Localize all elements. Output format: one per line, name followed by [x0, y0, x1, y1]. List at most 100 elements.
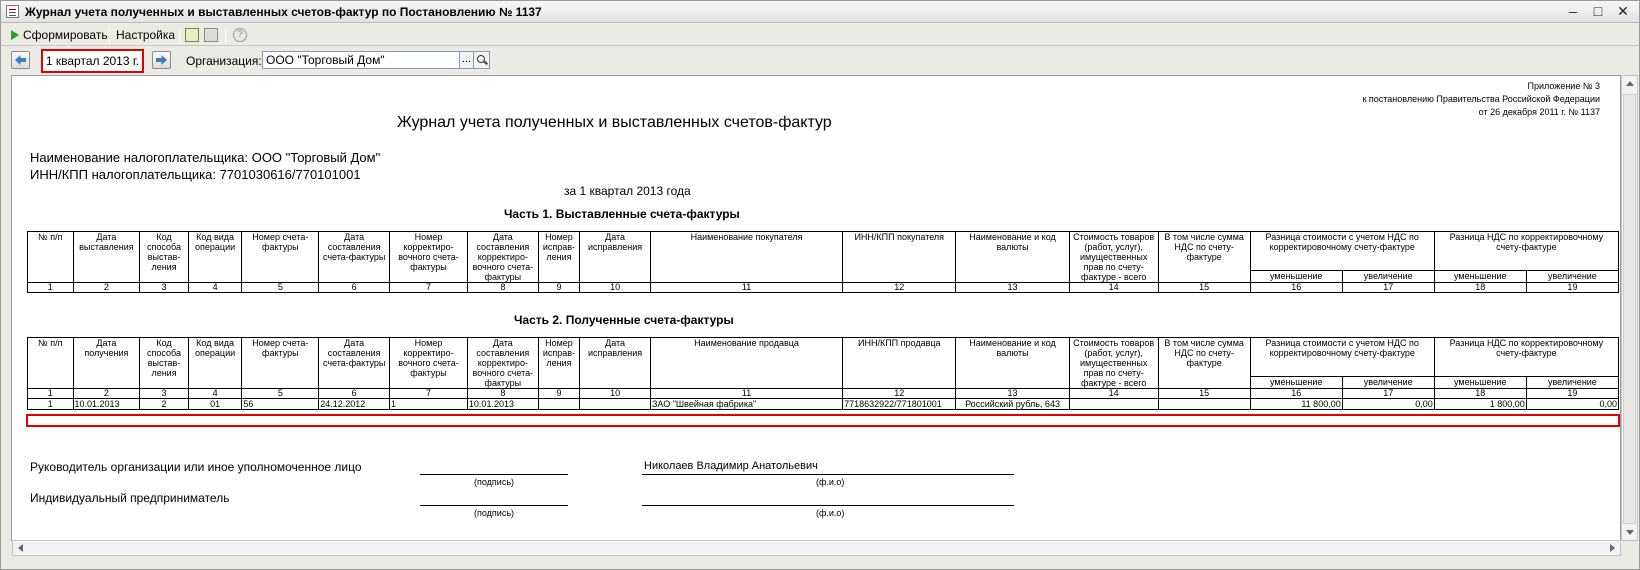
- horizontal-scrollbar[interactable]: [12, 540, 1621, 556]
- vertical-scrollbar[interactable]: [1621, 75, 1638, 541]
- column-subheader: увеличение: [1341, 270, 1435, 283]
- table-cell: 10.01.2013: [466, 398, 539, 410]
- column-number: 1: [27, 282, 74, 293]
- signature2-name-line: [642, 505, 1014, 506]
- column-number: 9: [537, 282, 581, 293]
- organization-select-button[interactable]: ...: [459, 51, 474, 69]
- column-header: Наименование и код валюты: [955, 337, 1070, 389]
- column-number: 13: [955, 282, 1070, 293]
- column-header: Дата составления счета-фактуры: [318, 337, 391, 389]
- signature1-name: Николаев Владимир Анатольевич: [644, 460, 818, 472]
- column-header: Стоимость товаров (работ, услуг), имущес…: [1068, 231, 1159, 283]
- column-header: Разница стоимости с учетом НДС по коррек…: [1249, 337, 1435, 377]
- signature1-fio-caption: (ф.и.о): [816, 477, 845, 487]
- period-field[interactable]: 1 квартал 2013 г.: [41, 49, 144, 73]
- column-header: № п/п: [27, 337, 74, 389]
- column-number: 11: [649, 282, 844, 293]
- column-number: 3: [139, 282, 189, 293]
- column-number: 2: [72, 282, 141, 293]
- column-number: 19: [1525, 388, 1620, 399]
- table-cell: [1068, 398, 1159, 410]
- help-icon[interactable]: ?: [233, 28, 247, 42]
- column-number: 8: [466, 388, 539, 399]
- column-number-row: 1 2 3 4 5 6 7 8 9 10 11 12 13 14 15 16 17 18 19: [27, 388, 1620, 399]
- table-cell: ЗАО "Швейная фабрика": [649, 398, 844, 410]
- table-cell: 0,00: [1341, 398, 1435, 410]
- scroll-left-icon[interactable]: [18, 544, 23, 552]
- maximize-button[interactable]: □: [1587, 3, 1609, 20]
- column-number: 5: [241, 282, 320, 293]
- next-period-button[interactable]: [152, 51, 171, 69]
- scroll-right-icon[interactable]: [1610, 544, 1615, 552]
- generate-button[interactable]: Сформировать: [9, 27, 110, 44]
- window-title: Журнал учета полученных и выставленных с…: [25, 5, 542, 19]
- report-window: Журнал учета полученных и выставленных с…: [0, 0, 1640, 570]
- table-row[interactable]: 1 10.01.2013 2 01 56 24.12.2012 1 10.01.2013 ЗАО…: [27, 398, 1620, 410]
- period-bar: 1 квартал 2013 г. Организация: ООО "Торг…: [1, 47, 1639, 75]
- column-number: 1: [27, 388, 74, 399]
- column-header: Дата исправления: [579, 337, 651, 389]
- column-number: 17: [1341, 388, 1435, 399]
- column-subheader: увеличение: [1525, 376, 1620, 389]
- scroll-up-icon[interactable]: [1626, 81, 1634, 86]
- table-cell: 56: [241, 398, 320, 410]
- report-period: за 1 квартал 2013 года: [564, 184, 691, 198]
- prev-period-button[interactable]: [11, 51, 30, 69]
- selected-row-highlight: [26, 414, 1620, 427]
- column-number: 12: [842, 282, 957, 293]
- search-icon[interactable]: [473, 51, 490, 69]
- table-cell: 2: [139, 398, 189, 410]
- column-header: Дата получения: [72, 337, 141, 389]
- header-row: № п/п Дата выставления Код способа выстав-…: [27, 231, 1620, 283]
- column-number-row: 1 2 3 4 5 6 7 8 9 10 11 12 13 14 15 16 17 18 19: [27, 282, 1620, 293]
- play-icon: [11, 30, 19, 40]
- column-header: Код вида операции: [187, 337, 243, 389]
- column-number: 18: [1433, 282, 1527, 293]
- export-icon[interactable]: [185, 28, 199, 42]
- column-header: Разница НДС по корректировочному счету-ф…: [1433, 231, 1620, 271]
- column-header: Дата составления корректиро-вочного счет…: [466, 231, 539, 283]
- column-number: 6: [318, 282, 391, 293]
- column-number: 13: [955, 388, 1070, 399]
- column-number: 14: [1068, 388, 1159, 399]
- column-number: 12: [842, 388, 957, 399]
- print-icon[interactable]: [204, 28, 218, 42]
- column-number: 4: [187, 388, 243, 399]
- scroll-down-icon[interactable]: [1626, 530, 1634, 535]
- column-number: 15: [1157, 282, 1251, 293]
- column-header: Стоимость товаров (работ, услуг), имущес…: [1068, 337, 1159, 389]
- column-subheader: уменьшение: [1249, 376, 1343, 389]
- vertical-scroll-thumb[interactable]: [1623, 94, 1636, 524]
- column-number: 7: [389, 282, 468, 293]
- organization-input[interactable]: ООО "Торговый Дом": [262, 51, 460, 69]
- part2-table: № п/п Дата получения Код способа выстав-ле…: [27, 337, 1620, 410]
- column-header: В том числе сумма НДС по счету-фактуре: [1157, 231, 1251, 283]
- close-button[interactable]: ✕: [1612, 3, 1634, 20]
- column-number: 10: [579, 282, 651, 293]
- toolbar-separator: [109, 28, 110, 43]
- part1-title: Часть 1. Выставленные счета-фактуры: [504, 207, 740, 221]
- column-header: № п/п: [27, 231, 74, 283]
- settings-button[interactable]: Настройка: [114, 27, 177, 44]
- header-row: № п/п Дата получения Код способа выстав-ле…: [27, 337, 1620, 389]
- minimize-button[interactable]: –: [1562, 3, 1584, 20]
- column-number: 7: [389, 388, 468, 399]
- column-header: Разница стоимости с учетом НДС по коррек…: [1249, 231, 1435, 271]
- taxpayer-name: Наименование налогоплательщика: ООО "Тор…: [30, 150, 381, 165]
- column-number: 16: [1249, 282, 1343, 293]
- table-cell: 0,00: [1525, 398, 1620, 410]
- column-subheader: увеличение: [1525, 270, 1620, 283]
- column-header: В том числе сумма НДС по счету-фактуре: [1157, 337, 1251, 389]
- column-header: Номер счета-фактуры: [241, 231, 320, 283]
- organization-label: Организация:: [186, 54, 262, 68]
- column-number: 5: [241, 388, 320, 399]
- table-cell: 10.01.2013: [72, 398, 141, 410]
- part1-table: № п/п Дата выставления Код способа выстав-…: [27, 231, 1620, 293]
- column-number: 3: [139, 388, 189, 399]
- column-header: Код способа выстав-ления: [139, 337, 189, 389]
- column-header: Номер корректиро-вочного счета-фактуры: [389, 337, 468, 389]
- signature2-line: [420, 505, 568, 506]
- signature1-caption: (подпись): [474, 477, 515, 487]
- arrow-right-icon: [156, 55, 167, 65]
- column-number: 16: [1249, 388, 1343, 399]
